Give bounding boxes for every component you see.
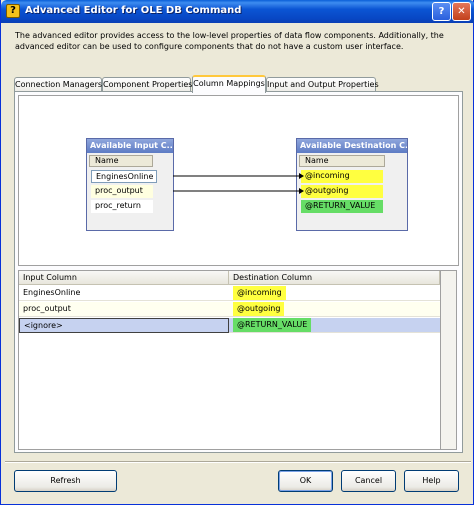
destination-value: @outgoing (233, 302, 285, 316)
app-icon: ? (6, 4, 20, 18)
mapping-diagram[interactable]: Available Input C... Name EnginesOnline … (18, 95, 459, 266)
grid-cell-input[interactable]: proc_output (19, 302, 229, 317)
mapping-arrow-icon (299, 173, 304, 179)
help-icon[interactable]: ? (432, 2, 451, 21)
title-bar[interactable]: ? Advanced Editor for OLE DB Command ? ✕ (1, 0, 474, 23)
tab-input-output-properties[interactable]: Input and Output Properties (266, 77, 379, 92)
grid-header-input-column[interactable]: Input Column (19, 271, 229, 285)
grid-cell-destination[interactable]: @incoming (229, 286, 440, 301)
editor-description: The advanced editor provides access to t… (15, 31, 444, 51)
tab-component-properties[interactable]: Component Properties (102, 77, 192, 92)
tab-connection-managers[interactable]: Connection Managers (14, 77, 102, 92)
grid-cell-input-selected[interactable]: <ignore> (19, 318, 229, 333)
grid-header-destination-column[interactable]: Destination Column (229, 271, 440, 285)
tab-column-mappings[interactable]: Column Mappings (192, 75, 266, 93)
ok-button[interactable]: OK (278, 470, 333, 492)
grid-vertical-scrollbar[interactable] (441, 270, 457, 450)
grid-cell-destination[interactable]: @RETURN_VALUE (229, 318, 440, 333)
window-title: Advanced Editor for OLE DB Command (25, 5, 242, 16)
refresh-button[interactable]: Refresh (14, 470, 117, 492)
column-mappings-panel: Available Input C... Name EnginesOnline … (14, 91, 463, 453)
grid-cell-destination[interactable]: @outgoing (229, 302, 440, 317)
advanced-editor-window: ? Advanced Editor for OLE DB Command ? ✕… (0, 0, 474, 505)
footer-divider (5, 461, 471, 463)
destination-value: @RETURN_VALUE (233, 318, 312, 332)
close-icon[interactable]: ✕ (452, 2, 471, 21)
help-button[interactable]: Help (404, 470, 459, 492)
destination-value: @incoming (233, 286, 286, 300)
mapping-lines (173, 173, 304, 194)
grid-cell-input[interactable]: EnginesOnline (19, 286, 229, 301)
mapping-grid: Input Column Destination Column EnginesO… (18, 270, 441, 450)
cancel-button[interactable]: Cancel (341, 470, 396, 492)
mapping-arrow-icon (299, 188, 304, 194)
